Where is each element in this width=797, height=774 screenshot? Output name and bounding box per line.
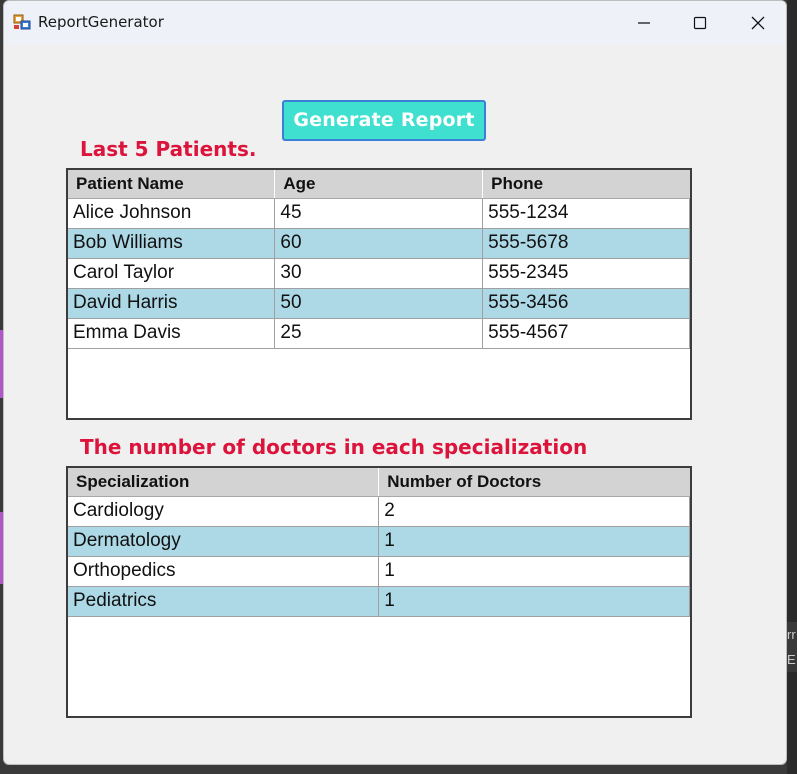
doctors-grid[interactable]: Specialization Number of Doctors Cardiol… (66, 466, 692, 718)
background-partial-text: rr E (787, 622, 797, 672)
table-cell[interactable]: 1 (378, 586, 690, 617)
table-cell[interactable]: 555-4567 (482, 318, 690, 349)
table-cell[interactable]: 50 (274, 288, 484, 319)
table-cell[interactable]: Bob Williams (68, 228, 276, 259)
maximize-icon (693, 16, 707, 30)
table-row[interactable]: Cardiology 2 (68, 496, 690, 527)
doctors-table: Specialization Number of Doctors Cardiol… (68, 468, 690, 617)
table-cell[interactable]: Emma Davis (68, 318, 276, 349)
table-cell[interactable]: Cardiology (68, 496, 380, 527)
table-header-row: Patient Name Age Phone (68, 170, 690, 199)
column-header-specialization[interactable]: Specialization (68, 468, 380, 497)
table-cell[interactable]: 555-3456 (482, 288, 690, 319)
table-row[interactable]: David Harris 50 555-3456 (68, 288, 690, 319)
close-button[interactable] (730, 1, 786, 45)
generate-report-label: Generate Report (293, 109, 475, 131)
table-cell[interactable]: Orthopedics (68, 556, 380, 587)
table-row[interactable]: Alice Johnson 45 555-1234 (68, 198, 690, 229)
table-cell[interactable]: Pediatrics (68, 586, 380, 617)
maximize-button[interactable] (672, 1, 728, 45)
patients-table: Patient Name Age Phone Alice Johnson 45 … (68, 170, 690, 349)
table-header-row: Specialization Number of Doctors (68, 468, 690, 497)
column-header-patient-name[interactable]: Patient Name (68, 170, 276, 199)
minimize-icon (638, 22, 650, 24)
table-cell[interactable]: 45 (274, 198, 484, 229)
table-row[interactable]: Carol Taylor 30 555-2345 (68, 258, 690, 289)
column-header-age[interactable]: Age (274, 170, 484, 199)
table-row[interactable]: Pediatrics 1 (68, 586, 690, 617)
table-row[interactable]: Orthopedics 1 (68, 556, 690, 587)
table-cell[interactable]: Carol Taylor (68, 258, 276, 289)
window-title: ReportGenerator (38, 13, 164, 31)
table-cell[interactable]: 25 (274, 318, 484, 349)
patients-grid[interactable]: Patient Name Age Phone Alice Johnson 45 … (66, 168, 692, 420)
table-row[interactable]: Dermatology 1 (68, 526, 690, 557)
patients-heading: Last 5 Patients. (80, 137, 257, 161)
table-cell[interactable]: 555-1234 (482, 198, 690, 229)
table-cell[interactable]: David Harris (68, 288, 276, 319)
table-cell[interactable]: Alice Johnson (68, 198, 276, 229)
app-icon (13, 14, 31, 30)
title-bar[interactable]: ReportGenerator (4, 1, 786, 45)
table-cell[interactable]: Dermatology (68, 526, 380, 557)
table-row[interactable]: Bob Williams 60 555-5678 (68, 228, 690, 259)
table-cell[interactable]: 1 (378, 526, 690, 557)
table-cell[interactable]: 60 (274, 228, 484, 259)
generate-report-button[interactable]: Generate Report (282, 100, 486, 141)
minimize-button[interactable] (616, 1, 672, 45)
table-cell[interactable]: 1 (378, 556, 690, 587)
doctors-heading: The number of doctors in each specializa… (80, 435, 588, 459)
table-cell[interactable]: 555-5678 (482, 228, 690, 259)
report-generator-window: ReportGenerator Generate Report Last 5 P… (3, 0, 787, 765)
table-row[interactable]: Emma Davis 25 555-4567 (68, 318, 690, 349)
close-icon (751, 16, 765, 30)
column-header-phone[interactable]: Phone (482, 170, 690, 199)
table-cell[interactable]: 30 (274, 258, 484, 289)
table-cell[interactable]: 2 (378, 496, 690, 527)
table-cell[interactable]: 555-2345 (482, 258, 690, 289)
column-header-number-of-doctors[interactable]: Number of Doctors (378, 468, 690, 497)
